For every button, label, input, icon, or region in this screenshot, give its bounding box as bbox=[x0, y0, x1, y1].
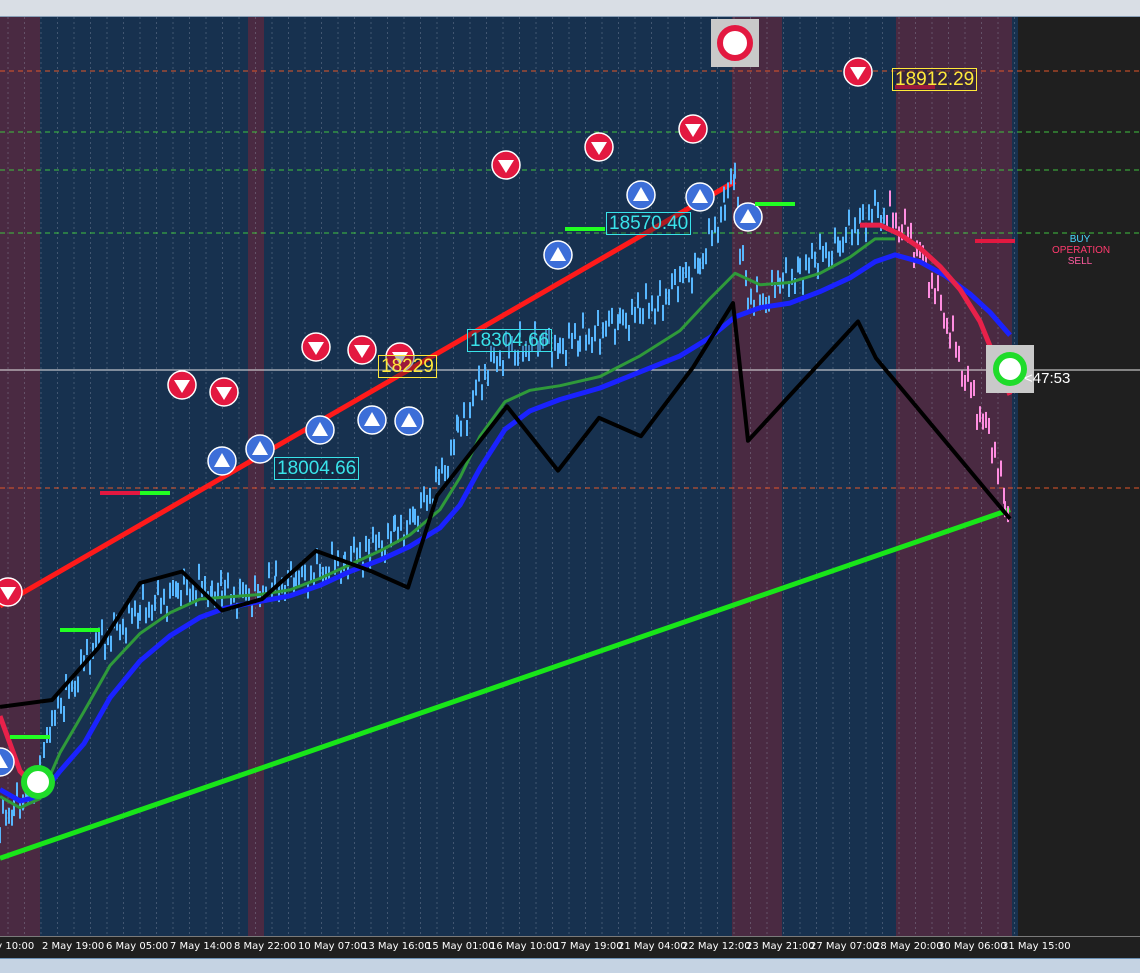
x-tick-label: 31 May 15:00 bbox=[1002, 941, 1071, 952]
session-band-1 bbox=[248, 17, 264, 936]
price-chart[interactable] bbox=[0, 17, 1140, 936]
x-tick-label: 17 May 19:00 bbox=[554, 941, 623, 952]
price-label-18004: 18004.66 bbox=[274, 457, 360, 480]
x-tick-label: 16 May 10:00 bbox=[490, 941, 559, 952]
operation-panel: BUY OPERATION SELL bbox=[1052, 234, 1111, 267]
bottom-pivot-ring bbox=[993, 352, 1027, 386]
chart-window[interactable]: ⩩ 18912.2918304.6618004.6618570.4018229 … bbox=[0, 0, 1140, 973]
x-tick-label: 8 May 22:00 bbox=[234, 941, 297, 952]
price-label-18912: 18912.29 bbox=[892, 68, 978, 91]
x-tick-label: 13 May 16:00 bbox=[362, 941, 431, 952]
price-label-18570: 18570.40 bbox=[606, 212, 692, 235]
bar-timer: <47:53 bbox=[1024, 370, 1071, 387]
x-tick-label: 28 May 20:00 bbox=[874, 941, 943, 952]
x-tick-label: 23 May 21:00 bbox=[746, 941, 815, 952]
window-bottom-bar bbox=[0, 958, 1140, 973]
x-tick-label: 7 May 14:00 bbox=[170, 941, 233, 952]
x-tick-label: 6 May 05:00 bbox=[106, 941, 169, 952]
x-tick-label: 22 May 12:00 bbox=[682, 941, 751, 952]
session-band-2 bbox=[732, 17, 782, 936]
time-axis: 1 May 10:00 2 May 19:006 May 05:007 May 1… bbox=[0, 936, 1140, 959]
x-tick-label: 21 May 04:00 bbox=[618, 941, 687, 952]
top-pivot-ring bbox=[717, 25, 753, 61]
buy-text: BUY bbox=[1069, 234, 1091, 245]
price-label-18304: 18304.66 bbox=[467, 329, 553, 352]
x-tick-label: 15 May 01:00 bbox=[426, 941, 495, 952]
right-empty-area bbox=[1018, 17, 1140, 936]
price-label-18229: 18229 bbox=[378, 355, 437, 378]
early-low-ring bbox=[21, 765, 55, 799]
x-tick-label: 2 May 19:00 bbox=[42, 941, 105, 952]
x-tick-label: 1 May 10:00 bbox=[0, 941, 35, 952]
x-tick-label: 30 May 06:00 bbox=[938, 941, 1007, 952]
x-tick-label: 27 May 07:00 bbox=[810, 941, 879, 952]
sell-text: SELL bbox=[1067, 256, 1093, 267]
operation-text: OPERATION bbox=[1052, 245, 1111, 256]
window-top-bar bbox=[0, 0, 1140, 17]
x-tick-label: 10 May 07:00 bbox=[298, 941, 367, 952]
session-band-3 bbox=[896, 17, 1012, 936]
